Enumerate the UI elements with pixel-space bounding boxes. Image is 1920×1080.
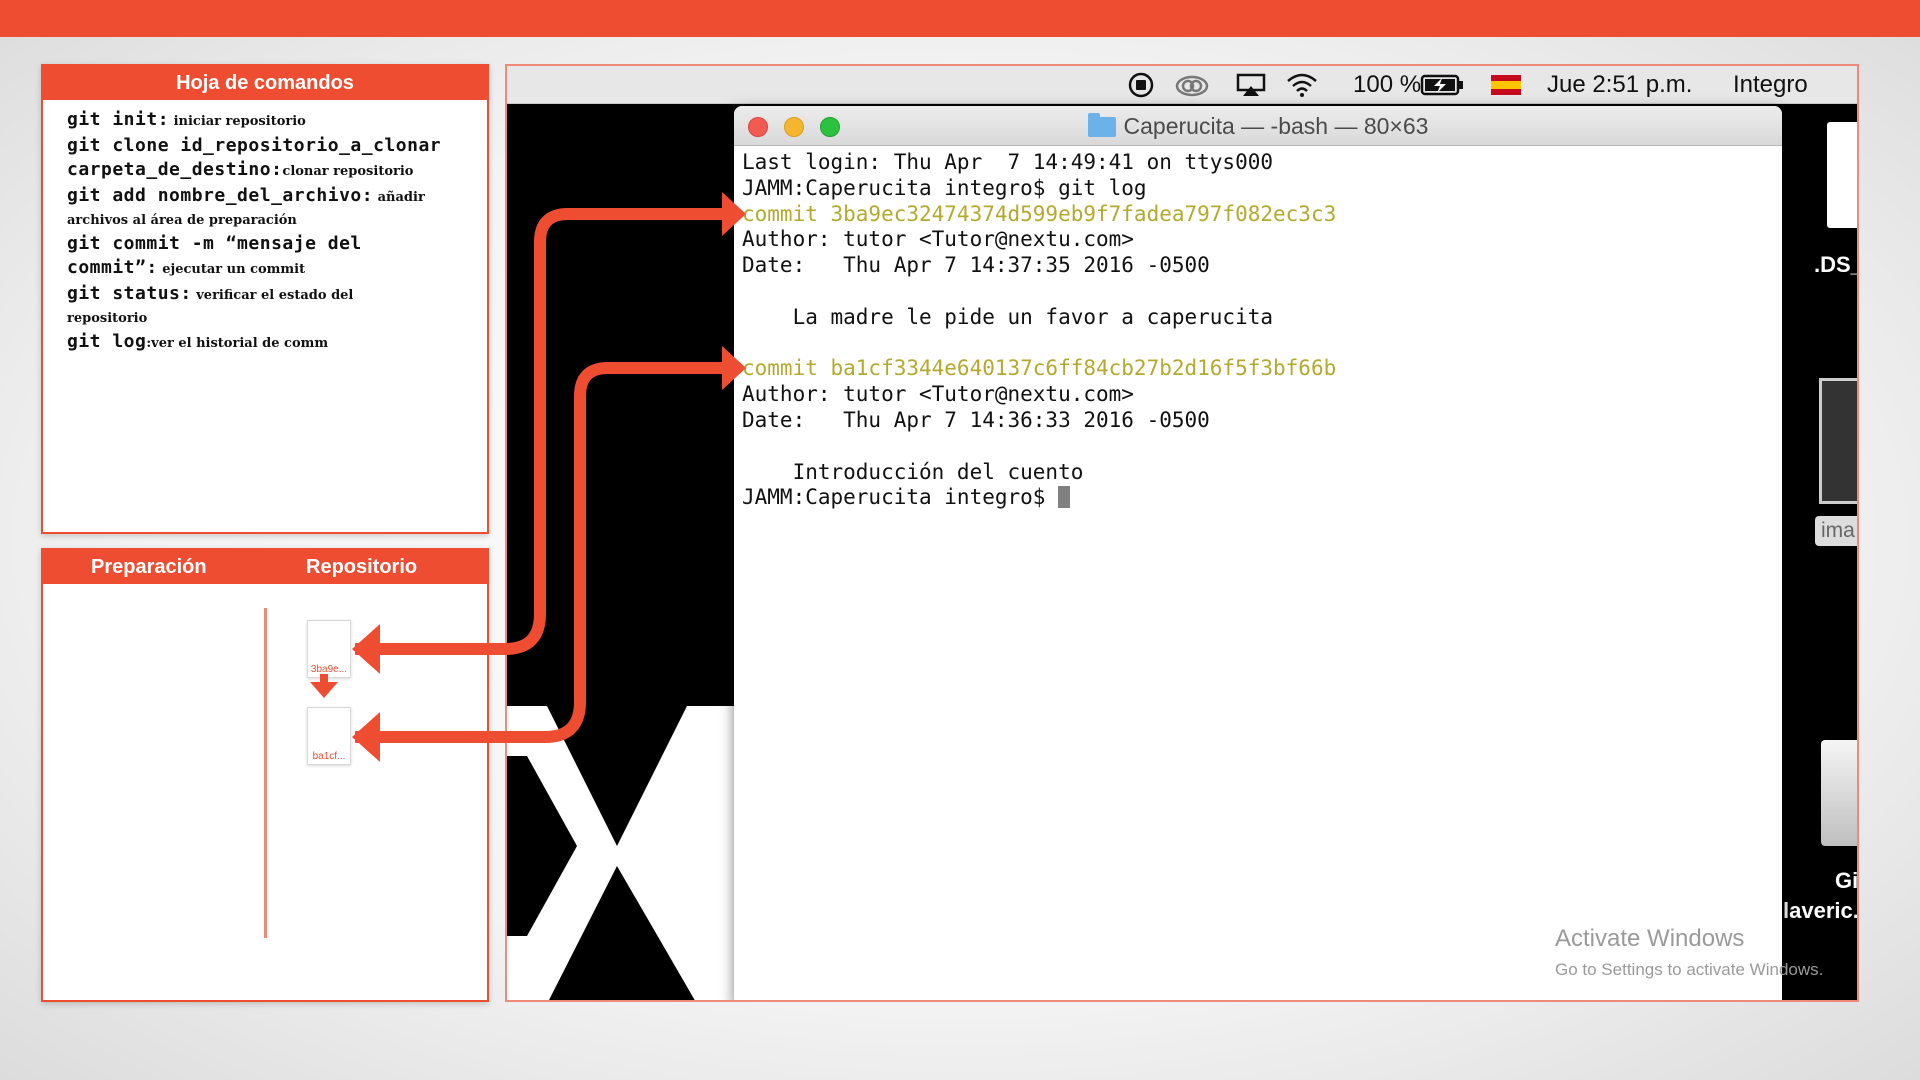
activate-windows-title: Activate Windows (1555, 925, 1745, 952)
arrow-head-commit-1 (722, 192, 746, 236)
arrow-head-repo-1 (352, 624, 380, 674)
activate-windows-subtitle: Go to Settings to activate Windows. (1555, 960, 1824, 979)
arrow-head-commit-2 (722, 346, 746, 390)
arrow-head-repo-2 (352, 712, 380, 762)
arrow-commit-1 (355, 208, 722, 655)
connector-arrows (352, 192, 746, 762)
